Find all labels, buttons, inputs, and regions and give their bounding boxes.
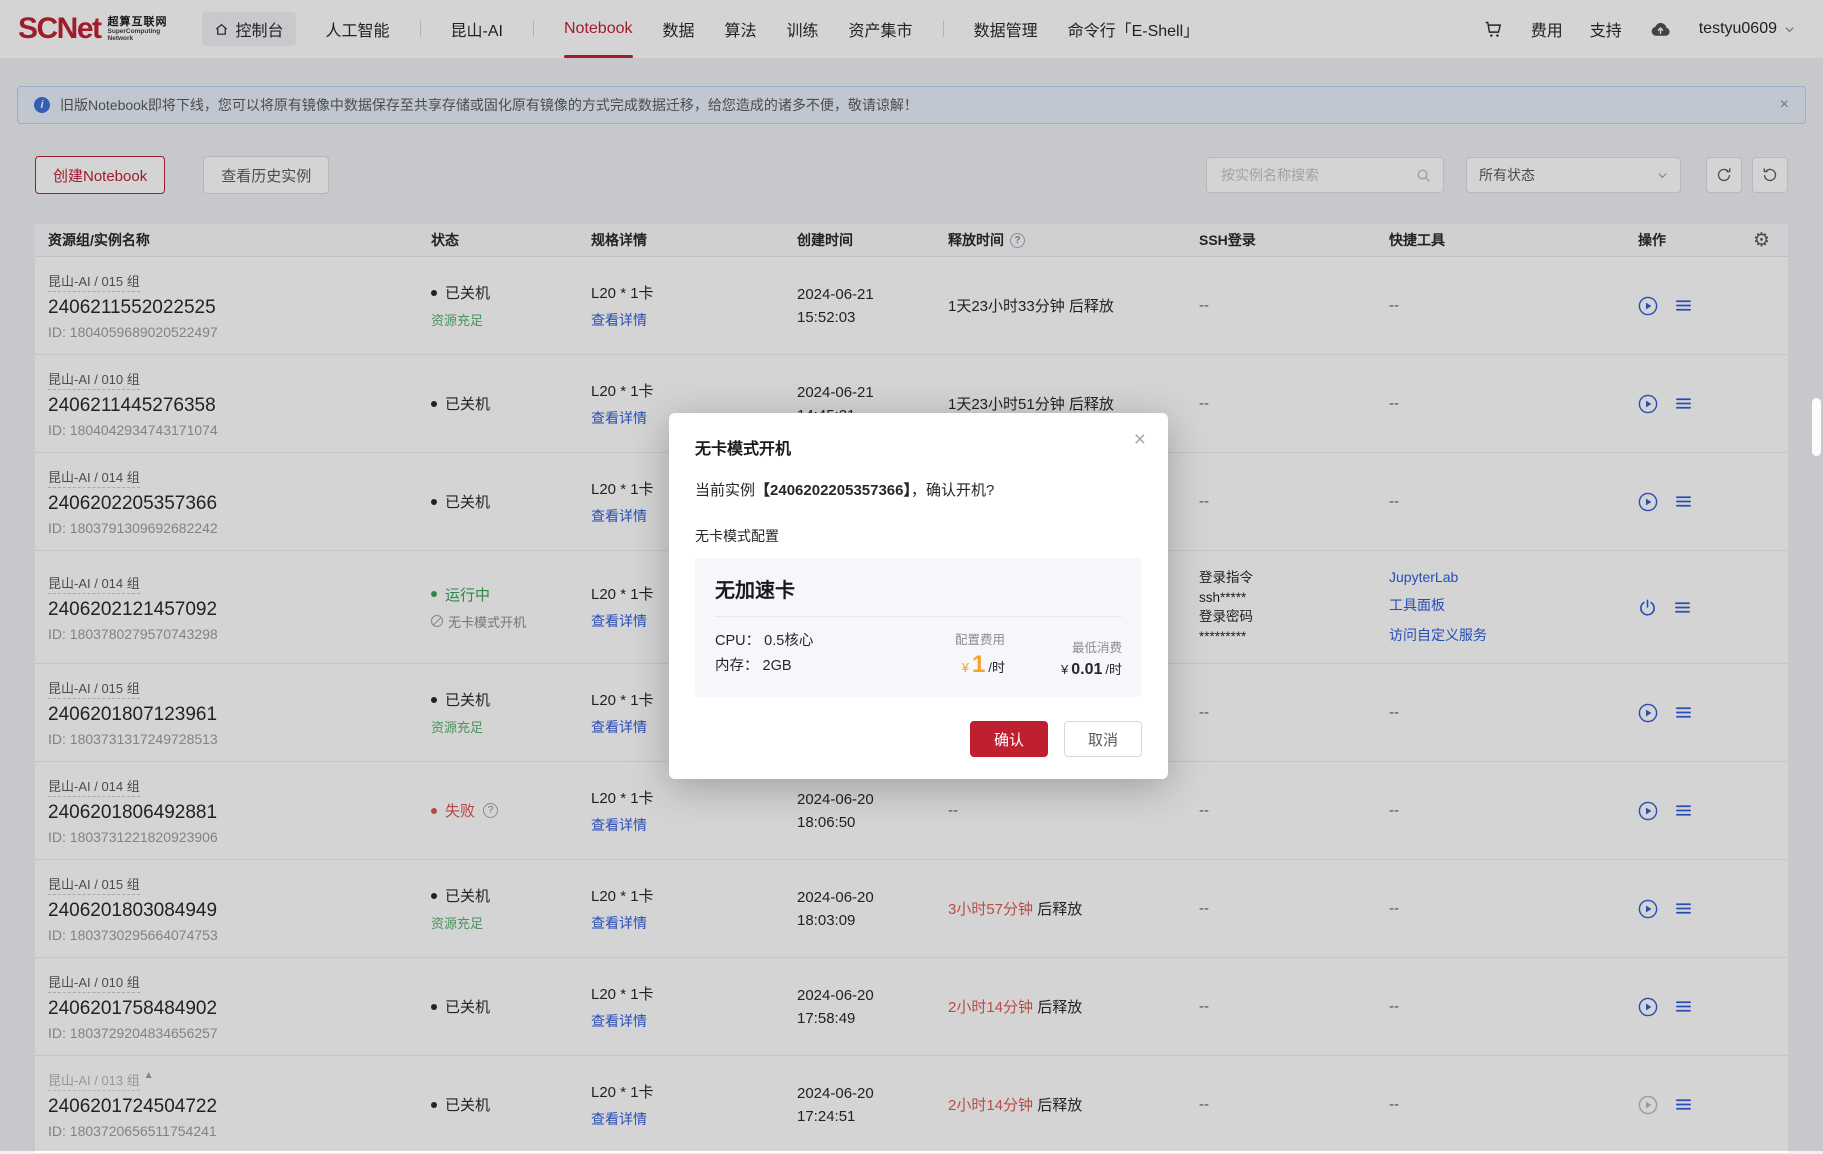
min-consumption: 最低消费 ¥0.01/时: [1005, 637, 1122, 679]
min-value: 0.01: [1071, 661, 1102, 678]
cancel-button[interactable]: 取消: [1064, 721, 1142, 757]
scrollbar-thumb[interactable]: [1812, 398, 1821, 456]
card-divider: [715, 616, 1122, 617]
mem-value: 2GB: [763, 658, 792, 674]
card-specs: CPU： 0.5核心 内存： 2GB: [715, 629, 900, 679]
modal-close-icon[interactable]: ×: [1134, 429, 1146, 450]
nocard-spec-card: 无加速卡 CPU： 0.5核心 内存： 2GB 配置费用 ¥1/时 最低消费 ¥…: [695, 558, 1142, 697]
nocard-config-label: 无卡模式配置: [695, 526, 1142, 546]
modal-instance-id: 【2406202205357366】: [755, 482, 911, 499]
modal-dialog: 无卡模式开机 × 当前实例【2406202205357366】，确认开机? 无卡…: [669, 413, 1168, 779]
modal-body: 当前实例【2406202205357366】，确认开机?: [695, 479, 1142, 500]
confirm-button[interactable]: 确认: [970, 721, 1048, 757]
fee-value: 1: [972, 651, 985, 678]
modal-footer: 确认 取消: [695, 721, 1142, 757]
card-name: 无加速卡: [715, 574, 1122, 603]
cpu-value: 0.5核心: [764, 633, 813, 649]
modal-title: 无卡模式开机: [695, 435, 1142, 459]
config-fee: 配置费用 ¥1/时: [900, 629, 1005, 679]
